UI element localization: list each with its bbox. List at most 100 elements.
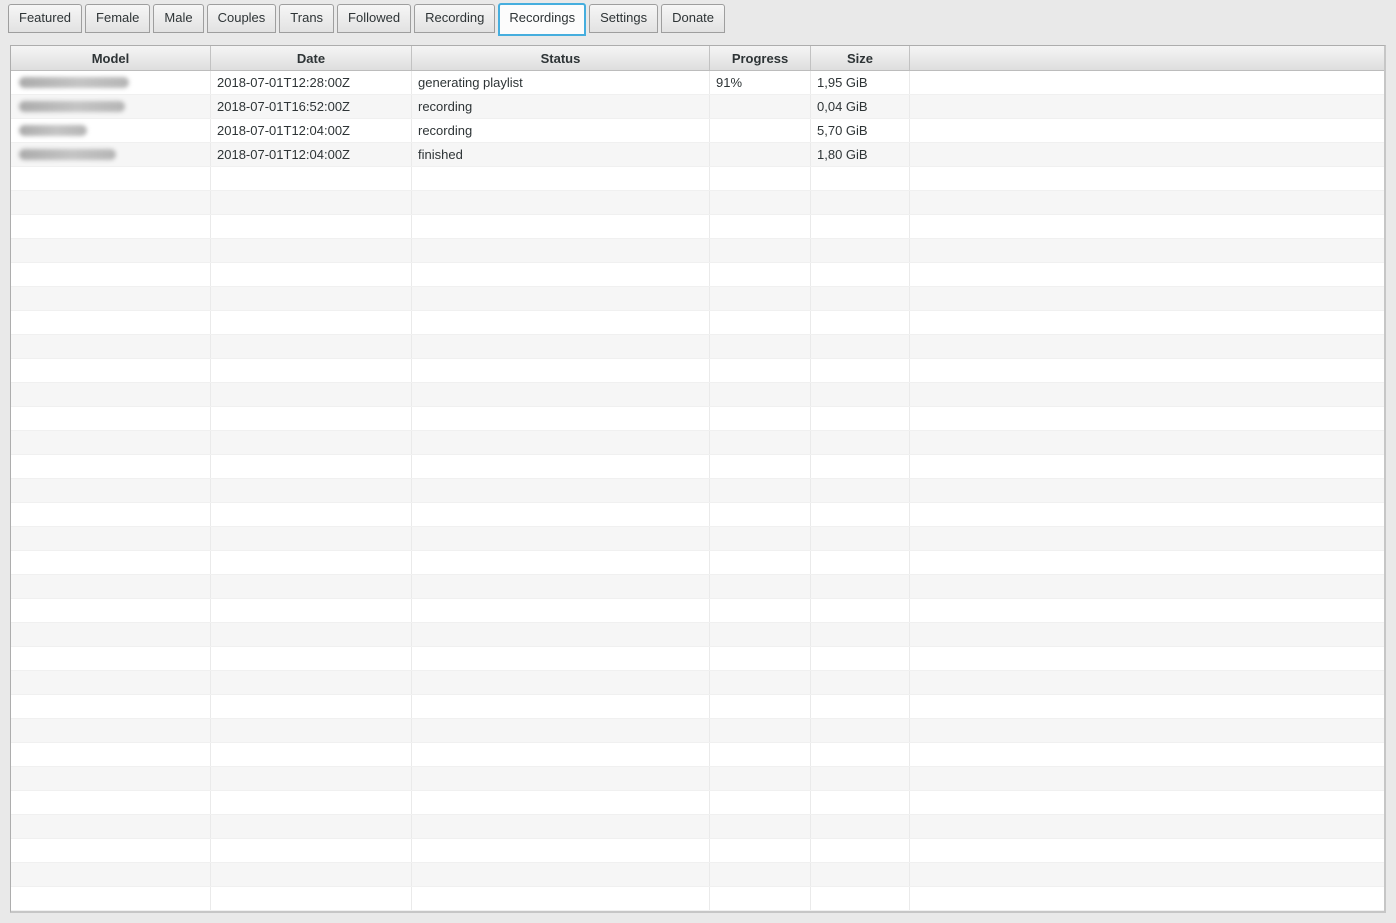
- cell-date: [211, 791, 412, 814]
- tab-settings[interactable]: Settings: [589, 4, 658, 33]
- cell-progress: [710, 551, 811, 574]
- cell-date: [211, 623, 412, 646]
- cell-rest: [910, 239, 1384, 262]
- cell-status: [412, 671, 710, 694]
- cell-rest: [910, 95, 1384, 118]
- tab-couples[interactable]: Couples: [207, 4, 277, 33]
- table-row[interactable]: 2018-07-01T12:04:00Zfinished1,80 GiB: [11, 143, 1384, 167]
- tab-followed[interactable]: Followed: [337, 4, 411, 33]
- cell-rest: [910, 527, 1384, 550]
- cell-progress: [710, 503, 811, 526]
- table-row-empty: [11, 455, 1384, 479]
- cell-rest: [910, 695, 1384, 718]
- cell-size: [811, 263, 910, 286]
- cell-rest: [910, 503, 1384, 526]
- cell-status: generating playlist: [412, 71, 710, 94]
- cell-model: [11, 287, 211, 310]
- cell-status: [412, 743, 710, 766]
- cell-progress: [710, 263, 811, 286]
- table-row-empty: [11, 647, 1384, 671]
- table-row-empty: [11, 863, 1384, 887]
- cell-rest: [910, 671, 1384, 694]
- cell-size: [811, 167, 910, 190]
- table-row-empty: [11, 359, 1384, 383]
- cell-date: [211, 743, 412, 766]
- cell-status: [412, 191, 710, 214]
- cell-rest: [910, 839, 1384, 862]
- cell-size: [811, 743, 910, 766]
- cell-status: [412, 503, 710, 526]
- cell-progress: [710, 191, 811, 214]
- redacted-model-name: [19, 149, 116, 160]
- cell-status: [412, 551, 710, 574]
- cell-model: [11, 527, 211, 550]
- cell-date: [211, 239, 412, 262]
- cell-status: recording: [412, 95, 710, 118]
- table-body: 2018-07-01T12:28:00Zgenerating playlist9…: [11, 71, 1384, 911]
- tab-recording[interactable]: Recording: [414, 4, 495, 33]
- cell-rest: [910, 863, 1384, 886]
- cell-model: [11, 431, 211, 454]
- cell-rest: [910, 287, 1384, 310]
- tab-donate[interactable]: Donate: [661, 4, 725, 33]
- cell-progress: [710, 743, 811, 766]
- tab-trans[interactable]: Trans: [279, 4, 334, 33]
- table-row[interactable]: 2018-07-01T16:52:00Zrecording0,04 GiB: [11, 95, 1384, 119]
- redacted-model-name: [19, 77, 129, 88]
- cell-rest: [910, 767, 1384, 790]
- cell-status: [412, 887, 710, 910]
- cell-status: [412, 479, 710, 502]
- table-row-empty: [11, 791, 1384, 815]
- cell-date: [211, 503, 412, 526]
- cell-progress: [710, 719, 811, 742]
- cell-status: [412, 407, 710, 430]
- cell-rest: [910, 143, 1384, 166]
- cell-status: [412, 815, 710, 838]
- cell-progress: [710, 239, 811, 262]
- cell-model: [11, 503, 211, 526]
- cell-status: [412, 359, 710, 382]
- cell-size: [811, 599, 910, 622]
- table-row[interactable]: 2018-07-01T12:04:00Zrecording5,70 GiB: [11, 119, 1384, 143]
- cell-status: [412, 431, 710, 454]
- cell-status: [412, 719, 710, 742]
- cell-size: [811, 335, 910, 358]
- cell-model: [11, 575, 211, 598]
- cell-rest: [910, 215, 1384, 238]
- cell-date: 2018-07-01T12:04:00Z: [211, 143, 412, 166]
- cell-model: [11, 695, 211, 718]
- cell-date: [211, 551, 412, 574]
- cell-date: [211, 167, 412, 190]
- cell-progress: [710, 791, 811, 814]
- cell-date: [211, 647, 412, 670]
- cell-size: [811, 191, 910, 214]
- cell-model: [11, 383, 211, 406]
- column-header-size[interactable]: Size: [811, 46, 910, 70]
- cell-rest: [910, 575, 1384, 598]
- cell-date: [211, 287, 412, 310]
- table-row[interactable]: 2018-07-01T12:28:00Zgenerating playlist9…: [11, 71, 1384, 95]
- tab-recordings[interactable]: Recordings: [498, 3, 586, 36]
- cell-progress: [710, 599, 811, 622]
- table-row-empty: [11, 479, 1384, 503]
- cell-status: [412, 287, 710, 310]
- cell-size: [811, 839, 910, 862]
- cell-date: [211, 599, 412, 622]
- column-header-status[interactable]: Status: [412, 46, 710, 70]
- cell-rest: [910, 887, 1384, 910]
- column-header-model[interactable]: Model: [11, 46, 211, 70]
- tab-female[interactable]: Female: [85, 4, 150, 33]
- cell-size: [811, 479, 910, 502]
- cell-size: [811, 671, 910, 694]
- cell-size: [811, 575, 910, 598]
- cell-model: [11, 791, 211, 814]
- cell-date: 2018-07-01T16:52:00Z: [211, 95, 412, 118]
- column-header-progress[interactable]: Progress: [710, 46, 811, 70]
- cell-model: [11, 623, 211, 646]
- cell-status: [412, 335, 710, 358]
- cell-date: 2018-07-01T12:28:00Z: [211, 71, 412, 94]
- column-header-date[interactable]: Date: [211, 46, 412, 70]
- tab-male[interactable]: Male: [153, 4, 203, 33]
- tab-featured[interactable]: Featured: [8, 4, 82, 33]
- cell-model: [11, 647, 211, 670]
